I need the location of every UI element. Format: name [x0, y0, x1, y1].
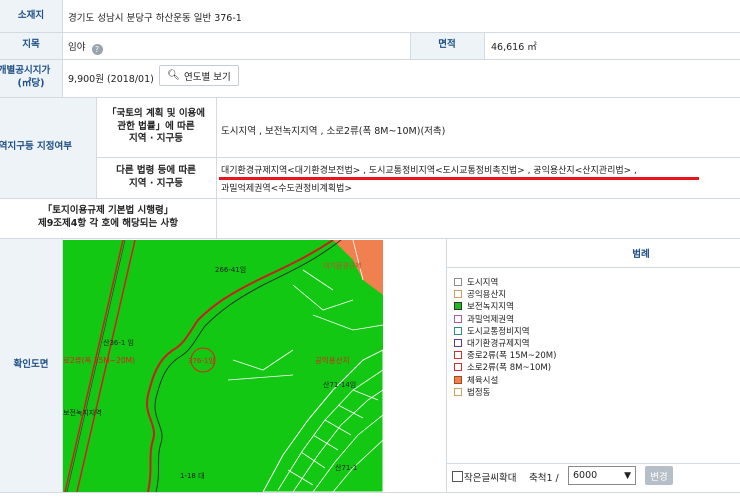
legend-item-label: 체육시설: [467, 375, 499, 386]
map-label-36: 산36-1 임: [103, 338, 134, 347]
legend-item-label: 소로2류(폭 8M~10M): [467, 363, 552, 374]
location-value: 경기도 성남시 분당구 하산운동 일반 376-1: [68, 13, 242, 24]
legend-item-label: 중로2류(폭 15M~20M): [467, 351, 557, 362]
scale-select[interactable]: 6000 ▼: [568, 466, 636, 485]
national-law-label-line1: 「국토의 계획 및 이용에: [106, 107, 206, 119]
legend-item: 공익용산지: [454, 288, 506, 300]
map-label-376: 376-1임: [188, 357, 215, 365]
national-law-label-line3: 지역 · 지구등: [129, 133, 183, 145]
small-text-label[interactable]: 작은글씨확대: [464, 470, 516, 484]
area-label-text: 면적: [438, 39, 456, 51]
year-view-button-label: 연도별 보기: [183, 71, 231, 83]
map-label-road: 로2류(폭 15M~20M): [63, 356, 135, 365]
legend-swatch: [454, 339, 462, 347]
grid-line: [62, 0, 63, 97]
change-button-label: 변경: [650, 471, 668, 483]
other-law-value-line2: 과밀억제권역<수도권정비계획법>: [221, 184, 353, 194]
other-law-label: 다른 법령 등에 따른 지역 · 지구등: [96, 157, 216, 198]
area-label: 면적: [410, 32, 484, 59]
grid-line: [0, 97, 740, 98]
grid-line: [410, 32, 411, 59]
scale-label: 축척1 /: [529, 473, 559, 484]
national-law-label-line2: 관한 법률」에 따른: [117, 120, 195, 132]
legend-title-bar: 범례: [447, 239, 740, 268]
other-law-value-line1: 대기환경규제지역<대기환경보전법> , 도시교통정비지역<도시교통정비촉진법> …: [221, 166, 637, 176]
other-law-label-line2: 지역 · 지구등: [129, 177, 183, 189]
chevron-down-icon: ▼: [624, 470, 631, 481]
price-label-line1: 개별공시지가: [0, 65, 51, 77]
change-button[interactable]: 변경: [645, 466, 673, 485]
other-law-label-line1: 다른 법령 등에 따른: [116, 164, 196, 176]
map-label-public-forest: 공익용산지: [315, 355, 350, 365]
zoning-map[interactable]: 266-41임 산36-1 임 로2류(폭 15M~20M) 376-1임 공익…: [63, 240, 383, 492]
map-label-71-14: 산71-14임: [323, 380, 356, 389]
price-label: 개별공시지가 (㎡당): [0, 59, 62, 97]
legend-swatch: [454, 375, 462, 384]
legend-item: 과밀억제권역: [454, 313, 514, 325]
legend-swatch: [454, 302, 462, 311]
decree-label: 「토지이용규제 기본법 시행령」 제9조제4항 각 호에 해당되는 사항: [0, 198, 216, 238]
grid-line: [484, 32, 485, 59]
decree-label-line1: 「토지이용규제 기본법 시행령」: [42, 205, 174, 217]
grid-line: [216, 97, 217, 238]
grid-line: [0, 32, 740, 33]
legend-swatch: [454, 351, 462, 360]
grid-line: [0, 59, 740, 60]
zone-label-text: 지역지구등 지정여부: [0, 141, 72, 153]
legend-item-label: 보전녹지지역: [467, 302, 514, 313]
map-label-air: 대기환경규제: [323, 261, 362, 270]
grid-line: [96, 97, 97, 198]
legend-item-label: 도시교통정비지역: [467, 326, 530, 337]
scale-select-value: 6000: [573, 470, 598, 481]
small-text-checkbox[interactable]: [452, 471, 463, 482]
legend-swatch: [454, 278, 462, 286]
legend-item-label: 법정동: [467, 387, 491, 398]
map-label-71-1: 산71-1: [335, 463, 357, 472]
legend-swatch: [454, 387, 462, 396]
red-underline: [219, 177, 699, 180]
legend-item: 소로2류(폭 8M~10M): [454, 361, 551, 373]
decree-label-line2: 제9조제4항 각 호에 해당되는 사항: [37, 218, 179, 229]
legend-item-label: 도시지역: [467, 278, 499, 288]
legend-item-label: 공익용산지: [467, 290, 507, 301]
location-label: 소재지: [0, 0, 62, 32]
legend-item-label: 대기환경규제지역: [467, 339, 530, 349]
jimok-label: 지목: [0, 32, 62, 59]
legend-swatch: [454, 314, 462, 323]
map-label-266: 266-41임: [215, 266, 246, 274]
map-label-green: 보전녹지지역: [63, 408, 102, 417]
legend-swatch: [454, 326, 462, 335]
national-law-label: 「국토의 계획 및 이용에 관한 법률」에 따른 지역 · 지구등: [96, 97, 216, 157]
legend-item: 체육시설: [454, 374, 498, 386]
national-law-value: 도시지역 , 보전녹지지역 , 소로2류(폭 8M~10M)(저촉): [221, 126, 446, 137]
map-label-118: 1-18 대: [180, 472, 205, 480]
price-value: 9,900원 (2018/01): [68, 74, 154, 85]
legend-swatch: [454, 290, 462, 299]
map-label-text: 확인도면: [13, 358, 49, 370]
legend-item: 대기환경규제지역: [454, 337, 530, 349]
location-label-text: 소재지: [17, 9, 45, 21]
legend-item: 도시교통정비지역: [454, 325, 530, 337]
jimok-label-text: 지목: [22, 39, 40, 51]
area-value: 46,616 ㎡: [491, 42, 537, 53]
zone-label: 지역지구등 지정여부: [0, 97, 96, 198]
jimok-value-text: 임야: [68, 42, 86, 53]
help-icon[interactable]: ?: [91, 44, 103, 55]
legend-item-label: 과밀억제권역: [467, 314, 514, 325]
legend-item: 법정동: [454, 386, 490, 398]
legend-item: 도시지역: [454, 276, 498, 288]
grid-line: [96, 157, 740, 158]
map-label: 확인도면: [0, 238, 62, 492]
legend-item: 보전녹지지역: [454, 300, 514, 312]
jimok-value: 임야 ?: [68, 39, 103, 55]
price-label-line2: (㎡당): [17, 78, 45, 89]
legend-title: 범례: [632, 249, 650, 260]
legend-swatch: [454, 363, 462, 372]
legend-item: 중로2류(폭 15M~20M): [454, 349, 556, 361]
search-icon: 🔍︎: [167, 70, 180, 81]
grid-line: [0, 198, 740, 199]
year-view-button[interactable]: 🔍︎ 연도별 보기: [159, 65, 239, 86]
